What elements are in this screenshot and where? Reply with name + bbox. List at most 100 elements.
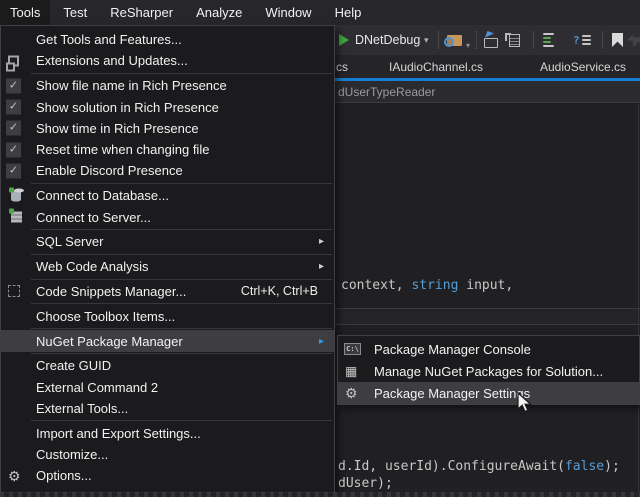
- menubar-item-tools[interactable]: Tools: [0, 0, 50, 25]
- nuget-package-manager-submenu: C:\Package Manager Console ▦Manage NuGet…: [337, 335, 640, 405]
- breadcrumb-text: dUserTypeReader: [335, 85, 435, 99]
- bookmark-button[interactable]: [612, 25, 623, 55]
- menu-separator: [31, 254, 332, 255]
- menu-item-get-tools-and-features[interactable]: Get Tools and Features...: [1, 29, 334, 50]
- find-in-files-button[interactable]: [447, 25, 462, 55]
- menu-bar: Tools Test ReSharper Analyze Window Help: [0, 0, 640, 25]
- submenu-arrow-icon: ▸: [319, 236, 324, 247]
- menu-bottom-scroll-hint: [0, 492, 640, 497]
- menu-item-show-solution-in-rich-presence[interactable]: ✓Show solution in Rich Presence: [1, 96, 334, 117]
- document-copy-icon: [509, 34, 520, 47]
- menu-item-create-guid[interactable]: Create GUID: [1, 355, 334, 376]
- lines-icon: [582, 35, 591, 45]
- menubar-item-resharper[interactable]: ReSharper: [100, 0, 183, 25]
- editor-right-edge: [638, 104, 639, 497]
- tools-menu: Get Tools and Features... Extensions and…: [0, 25, 335, 493]
- navigate-to-button[interactable]: [484, 25, 498, 55]
- menu-item-code-snippets-manager[interactable]: Code Snippets Manager...Ctrl+K, Ctrl+B: [1, 281, 334, 302]
- menu-separator: [31, 229, 332, 230]
- menu-item-package-manager-console[interactable]: C:\Package Manager Console: [338, 338, 639, 360]
- comment-lines-button[interactable]: [543, 25, 554, 55]
- code-line: d.Id, userId).ConfigureAwait(false);: [338, 459, 620, 474]
- menu-separator: [31, 420, 332, 421]
- vs-window: Tools Test ReSharper Analyze Window Help…: [0, 0, 640, 497]
- menu-item-manage-nuget-packages-for-solution[interactable]: ▦Manage NuGet Packages for Solution...: [338, 360, 639, 382]
- checkmark-icon: ✓: [6, 142, 21, 157]
- checkmark-icon: ✓: [6, 121, 21, 136]
- run-button[interactable]: [339, 25, 349, 55]
- nuget-package-icon: ▦: [345, 365, 357, 378]
- code-line: context, string input,: [341, 278, 513, 293]
- database-icon: [11, 190, 21, 201]
- menu-item-import-and-export-settings[interactable]: Import and Export Settings...: [1, 423, 334, 444]
- menubar-item-window[interactable]: Window: [255, 0, 321, 25]
- menu-separator: [31, 73, 332, 74]
- code-snippets-icon: [8, 285, 20, 297]
- play-icon: [339, 34, 349, 46]
- splitter-line: [335, 308, 640, 309]
- menu-item-connect-to-database[interactable]: Connect to Database...: [1, 185, 334, 206]
- menu-separator: [31, 183, 332, 184]
- menu-item-package-manager-settings[interactable]: ⚙Package Manager Settings: [338, 382, 639, 404]
- configuration-dropdown-arrow[interactable]: ▾: [424, 25, 429, 55]
- console-icon: C:\: [344, 343, 361, 355]
- menu-item-external-tools[interactable]: External Tools...: [1, 398, 334, 419]
- menu-separator: [31, 328, 332, 329]
- back-arrow-icon: [628, 35, 640, 46]
- submenu-arrow-icon: ▸: [319, 261, 324, 272]
- gear-icon: ⚙: [8, 469, 21, 483]
- collapsed-region-band: [335, 309, 640, 324]
- menu-separator: [31, 353, 332, 354]
- menu-separator: [31, 303, 332, 304]
- background-right-column: DNetDebug ▾ ▾ ?: [335, 25, 640, 497]
- chevron-down-icon: ▾: [424, 35, 429, 46]
- menu-separator: [31, 279, 332, 280]
- submenu-arrow-icon: ▸: [319, 336, 324, 347]
- toolbar-separator: [438, 31, 439, 49]
- breadcrumb[interactable]: dUserTypeReader: [335, 81, 640, 103]
- menu-item-web-code-analysis[interactable]: Web Code Analysis▸: [1, 256, 334, 277]
- menu-item-show-file-name-in-rich-presence[interactable]: ✓Show file name in Rich Presence: [1, 75, 334, 96]
- tab-partial[interactable]: cs: [336, 55, 348, 78]
- menu-item-connect-to-server[interactable]: Connect to Server...: [1, 206, 334, 227]
- question-lines-icon: ?: [573, 34, 580, 47]
- mouse-cursor: [516, 392, 536, 419]
- checkmark-icon: ✓: [6, 163, 21, 178]
- splitter-line: [335, 324, 640, 325]
- uncomment-lines-button[interactable]: ?: [573, 25, 591, 55]
- code-editor: context, string input, Await(false); d.I…: [335, 104, 640, 497]
- toolbar-separator: [476, 31, 477, 49]
- navigate-back-button[interactable]: [628, 25, 640, 55]
- bookmark-icon: [612, 33, 623, 47]
- toolbar-separator: [602, 31, 603, 49]
- menu-item-sql-server[interactable]: SQL Server▸: [1, 231, 334, 252]
- duplicate-code-button[interactable]: [509, 25, 520, 55]
- menu-item-options[interactable]: ⚙Options...: [1, 465, 334, 486]
- cursor-box-icon: [484, 38, 498, 48]
- menubar-item-test[interactable]: Test: [53, 0, 97, 25]
- shortcut-label: Ctrl+K, Ctrl+B: [241, 284, 318, 298]
- menu-item-nuget-package-manager[interactable]: NuGet Package Manager▸: [1, 330, 334, 351]
- chevron-down-icon: ▾: [466, 41, 470, 50]
- checkmark-icon: ✓: [6, 100, 21, 115]
- menu-item-external-command-2[interactable]: External Command 2: [1, 376, 334, 397]
- menu-item-choose-toolbox-items[interactable]: Choose Toolbox Items...: [1, 306, 334, 327]
- menubar-item-analyze[interactable]: Analyze: [186, 0, 252, 25]
- tab-iaudiochannel[interactable]: IAudioChannel.cs: [389, 55, 483, 78]
- tab-strip: cs IAudioChannel.cs AudioService.cs: [335, 55, 640, 78]
- menu-item-extensions-and-updates[interactable]: Extensions and Updates...: [1, 50, 334, 71]
- tab-audioservice[interactable]: AudioService.cs: [540, 55, 626, 78]
- gear-icon: ⚙: [345, 386, 358, 400]
- find-in-files-icon: [447, 35, 462, 46]
- toolbar-separator: [533, 31, 534, 49]
- menu-item-show-time-in-rich-presence[interactable]: ✓Show time in Rich Presence: [1, 118, 334, 139]
- extensions-icon: [8, 55, 19, 66]
- menu-item-customize[interactable]: Customize...: [1, 444, 334, 465]
- checkmark-icon: ✓: [6, 78, 21, 93]
- toolbar: DNetDebug ▾ ▾ ?: [335, 25, 640, 55]
- configuration-dropdown[interactable]: DNetDebug: [355, 25, 420, 55]
- server-icon: [11, 212, 22, 223]
- menu-item-reset-time-when-changing-file[interactable]: ✓Reset time when changing file: [1, 139, 334, 160]
- menu-item-enable-discord-presence[interactable]: ✓Enable Discord Presence: [1, 160, 334, 181]
- menubar-item-help[interactable]: Help: [325, 0, 372, 25]
